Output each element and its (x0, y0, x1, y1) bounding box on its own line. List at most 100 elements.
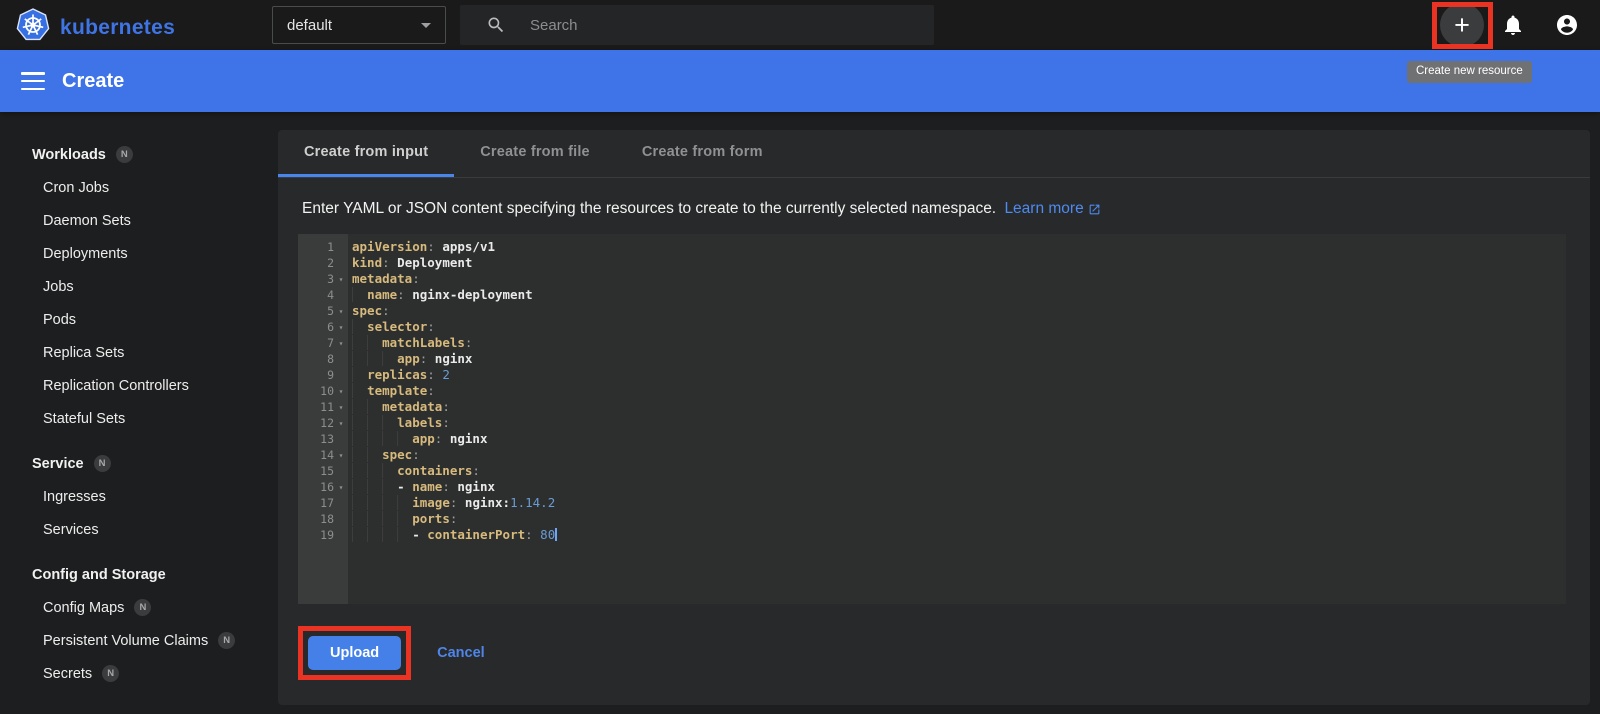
token-val: nginx (449, 479, 496, 494)
token-punc: : (442, 399, 450, 414)
gutter-line: 10 ▾ (298, 383, 348, 399)
sidebar-item-daemon-sets[interactable]: Daemon Sets (0, 204, 278, 237)
sidebar-item-config-maps[interactable]: Config Maps N (0, 591, 278, 624)
code-line: labels: (352, 415, 1566, 431)
sidebar-section-label: Workloads (32, 146, 106, 163)
token-key: name (412, 479, 443, 494)
fold-icon[interactable]: ▾ (334, 451, 348, 460)
fold-icon[interactable]: ▾ (334, 307, 348, 316)
description: Enter YAML or JSON content specifying th… (302, 200, 1566, 218)
sidebar-item-label: Jobs (43, 278, 74, 295)
token-sp (352, 511, 413, 526)
tab-create-from-file[interactable]: Create from file (454, 130, 616, 177)
namespace-selector[interactable]: default (272, 6, 446, 44)
tab-create-from-input[interactable]: Create from input (278, 130, 455, 177)
fold-icon[interactable]: ▾ (334, 419, 348, 428)
learn-more-link[interactable]: Learn more (1004, 200, 1100, 218)
tabs: Create from input Create from file Create … (278, 130, 1590, 178)
tab-create-from-form[interactable]: Create from form (616, 130, 789, 177)
fold-icon[interactable]: ▾ (334, 339, 348, 348)
kubernetes-logo-icon (16, 8, 50, 47)
upload-button[interactable]: Upload (308, 636, 402, 670)
token-sp (352, 367, 368, 382)
token-key: name (367, 287, 398, 302)
sidebar-item-deployments[interactable]: Deployments (0, 237, 278, 270)
fold-icon[interactable]: ▾ (334, 275, 348, 284)
sidebar-item-persistent-volume-claims[interactable]: Persistent Volume Claims N (0, 624, 278, 657)
fold-icon[interactable]: ▾ (334, 483, 348, 492)
token-val: - (397, 479, 413, 494)
line-number: 6 (327, 320, 334, 334)
token-key: selector (367, 319, 428, 334)
code-line: image: nginx:1.14.2 (352, 495, 1566, 511)
menu-icon[interactable] (21, 72, 45, 90)
line-number: 12 (320, 416, 334, 430)
token-val: apps/v1 (434, 239, 496, 254)
code-line: - name: nginx (352, 479, 1566, 495)
token-sp (352, 447, 383, 462)
token-num: 2 (434, 367, 450, 382)
sidebar-item-label: Daemon Sets (43, 212, 131, 229)
brand-name: kubernetes (60, 15, 176, 39)
sidebar-section-service[interactable]: Service N (0, 447, 278, 480)
new-badge: N (93, 455, 111, 472)
token-punc: : (427, 239, 435, 254)
fold-icon[interactable]: ▾ (334, 403, 348, 412)
line-number: 9 (327, 368, 334, 382)
code-line: replicas: 2 (352, 367, 1566, 383)
sidebar-item-cron-jobs[interactable]: Cron Jobs (0, 171, 278, 204)
yaml-editor[interactable]: 1 2 3 ▾ 4 5 ▾ 6 ▾ 7 ▾ 8 9 10 ▾ 11 ▾ 12 ▾ 13 14 ▾ 15 16 ▾ 17 18 19 a… (298, 234, 1566, 604)
token-key: containerPort (427, 527, 526, 542)
token-sp (352, 527, 413, 542)
token-punc: : (442, 415, 450, 430)
gutter-line: 17 (298, 495, 348, 511)
sidebar-item-ingresses[interactable]: Ingresses (0, 480, 278, 513)
search-icon (488, 17, 504, 33)
sidebar-item-replication-controllers[interactable]: Replication Controllers (0, 369, 278, 402)
content: Workloads N Cron Jobs Daemon Sets Deployment… (0, 112, 1600, 714)
sidebar-item-stateful-sets[interactable]: Stateful Sets (0, 402, 278, 435)
code-line: selector: (352, 319, 1566, 335)
line-number: 17 (320, 496, 334, 510)
search-input[interactable] (530, 16, 890, 34)
notifications-button[interactable] (1501, 13, 1525, 37)
token-val: - (412, 527, 428, 542)
code-line: metadata: (352, 271, 1566, 287)
token-val: Deployment (389, 255, 473, 270)
fold-icon[interactable]: ▾ (334, 323, 348, 332)
sidebar-item-replica-sets[interactable]: Replica Sets (0, 336, 278, 369)
sidebar-section-config-and-storage[interactable]: Config and Storage (0, 558, 278, 591)
token-punc: : (382, 255, 390, 270)
sidebar-section-workloads[interactable]: Workloads N (0, 138, 278, 171)
token-val: nginx: (457, 495, 511, 510)
cancel-button[interactable]: Cancel (437, 645, 485, 661)
code-line: apiVersion: apps/v1 (352, 239, 1566, 255)
sidebar-item-pods[interactable]: Pods (0, 303, 278, 336)
new-badge: N (115, 146, 133, 163)
create-new-resource-button[interactable]: + (1440, 3, 1484, 47)
line-number: 16 (320, 480, 334, 494)
line-number: 7 (327, 336, 334, 350)
code-line: - containerPort: 80 (352, 527, 1566, 543)
tooltip-create-new-resource: Create new resource (1407, 61, 1532, 83)
editor-code[interactable]: apiVersion: apps/v1 kind: Deployment metad… (348, 234, 1566, 604)
sidebar-item-jobs[interactable]: Jobs (0, 270, 278, 303)
token-punc: : (412, 271, 420, 286)
token-key: metadata (382, 399, 443, 414)
user-account-button[interactable] (1555, 13, 1579, 37)
search-bar[interactable] (460, 5, 934, 45)
token-key: replicas (367, 367, 428, 382)
sidebar-item-secrets[interactable]: Secrets N (0, 657, 278, 690)
brand[interactable]: kubernetes (16, 8, 175, 47)
text-cursor (555, 528, 558, 541)
fold-icon[interactable]: ▾ (334, 387, 348, 396)
line-number: 18 (320, 512, 334, 526)
namespace-value: default (287, 16, 333, 34)
token-val: nginx (442, 431, 488, 446)
token-punc: : (449, 511, 458, 526)
token-punc: : (442, 479, 450, 494)
code-line: name: nginx-deployment (352, 287, 1566, 303)
sidebar-item-label: Replication Controllers (43, 377, 189, 394)
token-sp (352, 463, 398, 478)
sidebar-item-services[interactable]: Services (0, 513, 278, 546)
